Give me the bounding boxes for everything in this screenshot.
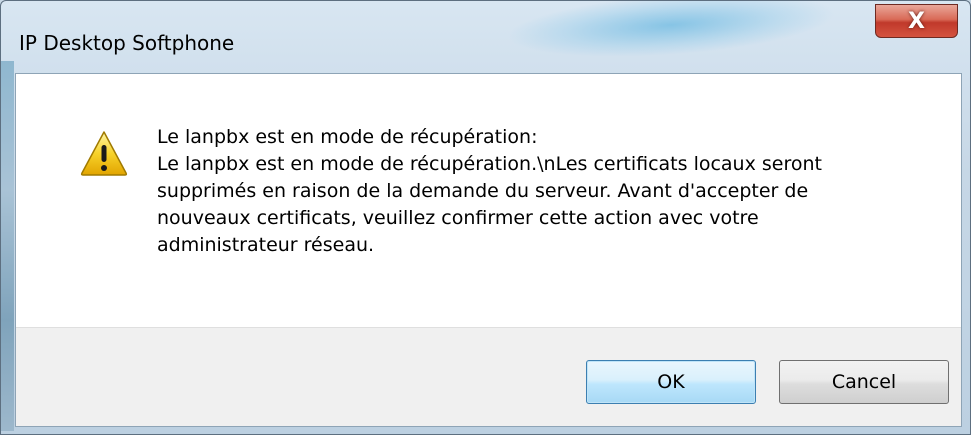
title-bar-glass: [504, 1, 838, 67]
message-line: Le lanpbx est en mode de récupération.\n…: [157, 153, 822, 175]
message-line: administrateur réseau.: [157, 234, 375, 256]
button-bar: OK Cancel: [16, 327, 961, 426]
close-icon: X: [908, 8, 925, 34]
message-line: supprimés en raison de la demande du ser…: [157, 180, 809, 202]
warning-icon: [80, 131, 128, 176]
dialog-content: Le lanpbx est en mode de récupération: L…: [15, 73, 962, 427]
window-title: IP Desktop Softphone: [19, 31, 235, 55]
ok-button[interactable]: OK: [586, 360, 756, 404]
window-frame-left: [1, 61, 14, 431]
dialog-window: IP Desktop Softphone X Le lanpbx est en …: [0, 0, 971, 435]
cancel-button[interactable]: Cancel: [779, 360, 949, 404]
message-line: Le lanpbx est en mode de récupération:: [157, 126, 538, 148]
close-button[interactable]: X: [875, 4, 958, 38]
message-line: nouveaux certificats, veuillez confirmer…: [157, 207, 759, 229]
dialog-message: Le lanpbx est en mode de récupération: L…: [157, 124, 927, 259]
